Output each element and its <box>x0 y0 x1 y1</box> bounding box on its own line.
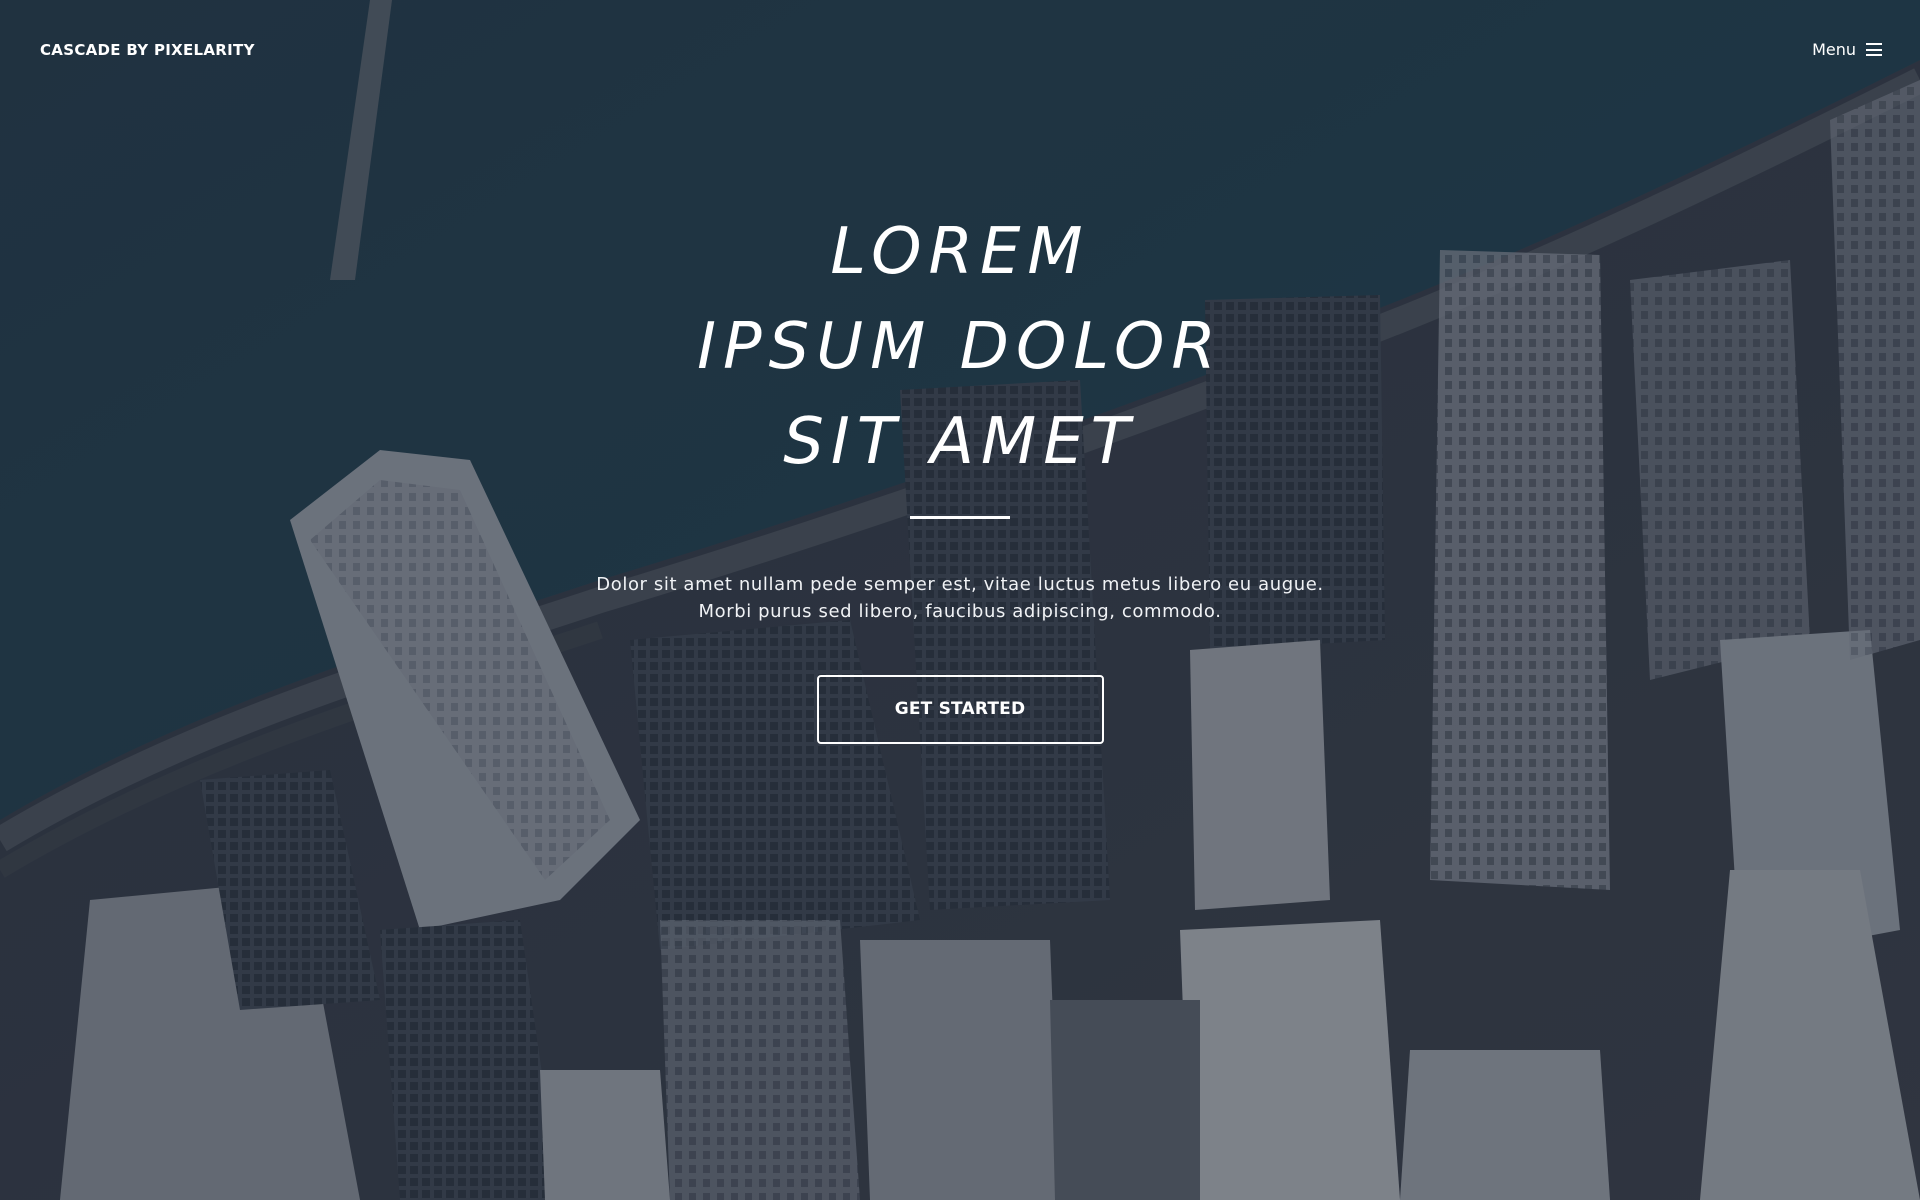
hero-title-line: SIT AMET <box>783 405 1137 479</box>
hero-description-line: Dolor sit amet nullam pede semper est, v… <box>596 574 1324 595</box>
hero-title-line: IPSUM DOLOR <box>697 310 1223 384</box>
get-started-button[interactable]: GET STARTED <box>816 675 1104 744</box>
hero-divider <box>910 516 1010 519</box>
hamburger-icon <box>1866 43 1882 56</box>
menu-button[interactable]: Menu <box>1812 40 1882 59</box>
hero-title: LOREM IPSUM DOLOR SIT AMET <box>0 205 1920 490</box>
hero-title-line: LOREM <box>830 215 1090 289</box>
hero-description: Dolor sit amet nullam pede semper est, v… <box>0 571 1920 625</box>
hero-section: LOREM IPSUM DOLOR SIT AMET Dolor sit ame… <box>0 205 1920 744</box>
hero-description-line: Morbi purus sed libero, faucibus adipisc… <box>698 601 1222 622</box>
site-header: CASCADE BY PIXELARITY Menu <box>0 0 1920 100</box>
menu-label: Menu <box>1812 40 1856 59</box>
site-logo-link[interactable]: CASCADE BY PIXELARITY <box>40 41 255 59</box>
landing-page: CASCADE BY PIXELARITY Menu LOREM IPSUM D… <box>0 0 1920 1200</box>
